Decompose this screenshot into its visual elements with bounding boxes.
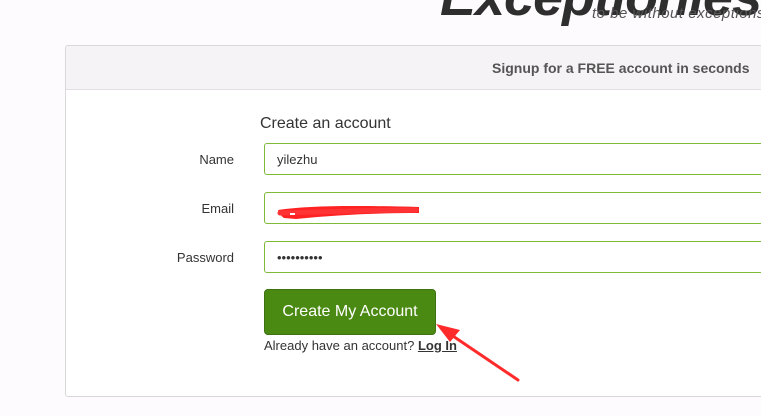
password-label: Password xyxy=(176,250,234,265)
panel-header: Signup for a FREE account in seconds xyxy=(66,46,761,90)
email-redaction-scribble xyxy=(277,206,419,219)
logo-tagline: to be without exceptions xyxy=(592,5,761,22)
annotation-arrow xyxy=(436,324,520,382)
logo: Exceptionless to be without exceptions xyxy=(440,0,761,26)
email-label: Email xyxy=(201,201,234,216)
password-input[interactable] xyxy=(264,241,761,273)
panel-header-text: Signup for a FREE account in seconds xyxy=(492,60,750,76)
login-prompt-line: Already have an account? Log In xyxy=(264,338,457,353)
form-title: Create an account xyxy=(260,115,391,132)
create-account-button[interactable]: Create My Account xyxy=(264,289,436,335)
name-input[interactable] xyxy=(264,143,761,175)
name-label: Name xyxy=(199,152,234,167)
signup-panel: Signup for a FREE account in seconds Cre… xyxy=(65,45,761,397)
login-prompt-text: Already have an account? xyxy=(264,338,415,353)
